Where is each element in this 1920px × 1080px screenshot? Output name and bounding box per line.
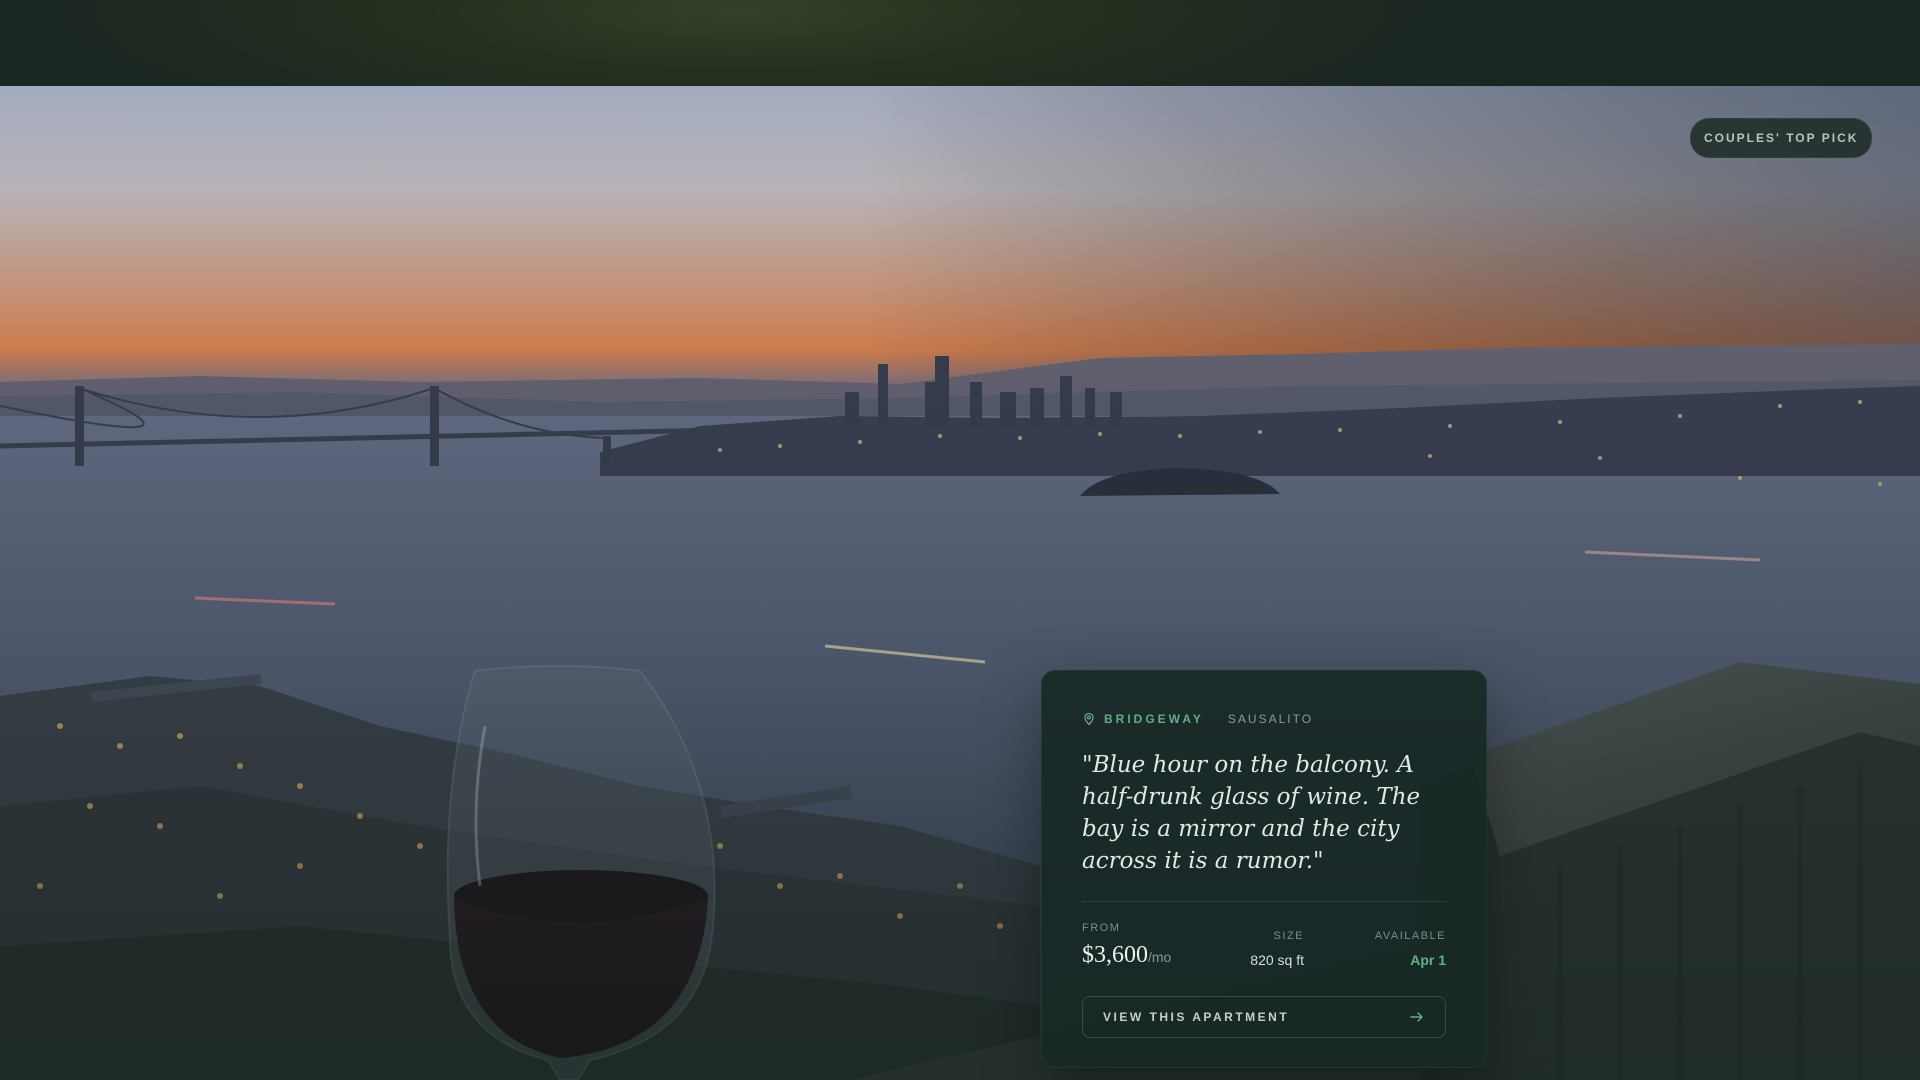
listing-quote: "Blue hour on the balcony. A half-drunk … <box>1082 752 1421 874</box>
location-name: BRIDGEWAY <box>1104 712 1204 726</box>
listing-card: BRIDGEWAY · SAUSALITO "Blue hour on the … <box>1041 670 1487 1068</box>
map-pin-icon <box>1084 712 1094 726</box>
listing-location: BRIDGEWAY · SAUSALITO <box>1082 711 1446 727</box>
price-unit: /mo <box>1148 949 1172 965</box>
view-apartment-label: VIEW THIS APARTMENT <box>1103 1010 1290 1024</box>
size-block: SIZE 820 sq ft <box>1250 930 1304 968</box>
location-separator: · <box>1213 712 1218 726</box>
from-label: FROM <box>1082 922 1121 934</box>
price-block: FROM $3,600/mo <box>1082 922 1171 969</box>
hero-image <box>0 86 1920 1080</box>
location-area: SAUSALITO <box>1227 712 1314 726</box>
listing-stats: FROM $3,600/mo SIZE 820 sq ft AVAILABLE … <box>1082 922 1446 978</box>
card-divider <box>1082 901 1446 902</box>
size-value: 820 sq ft <box>1250 952 1304 968</box>
couples-top-pick-badge: COUPLES' TOP PICK <box>1690 118 1873 158</box>
bay-view-photo <box>0 86 1920 1080</box>
available-label: AVAILABLE <box>1374 930 1446 942</box>
size-label: SIZE <box>1273 930 1304 942</box>
availability-block: AVAILABLE Apr 1 <box>1375 930 1446 968</box>
available-value: Apr 1 <box>1410 952 1446 968</box>
view-apartment-button[interactable]: VIEW THIS APARTMENT <box>1082 996 1446 1038</box>
top-bar <box>0 0 1920 86</box>
arrow-right-icon <box>1410 1012 1423 1022</box>
price-value: $3,600 <box>1082 942 1148 968</box>
